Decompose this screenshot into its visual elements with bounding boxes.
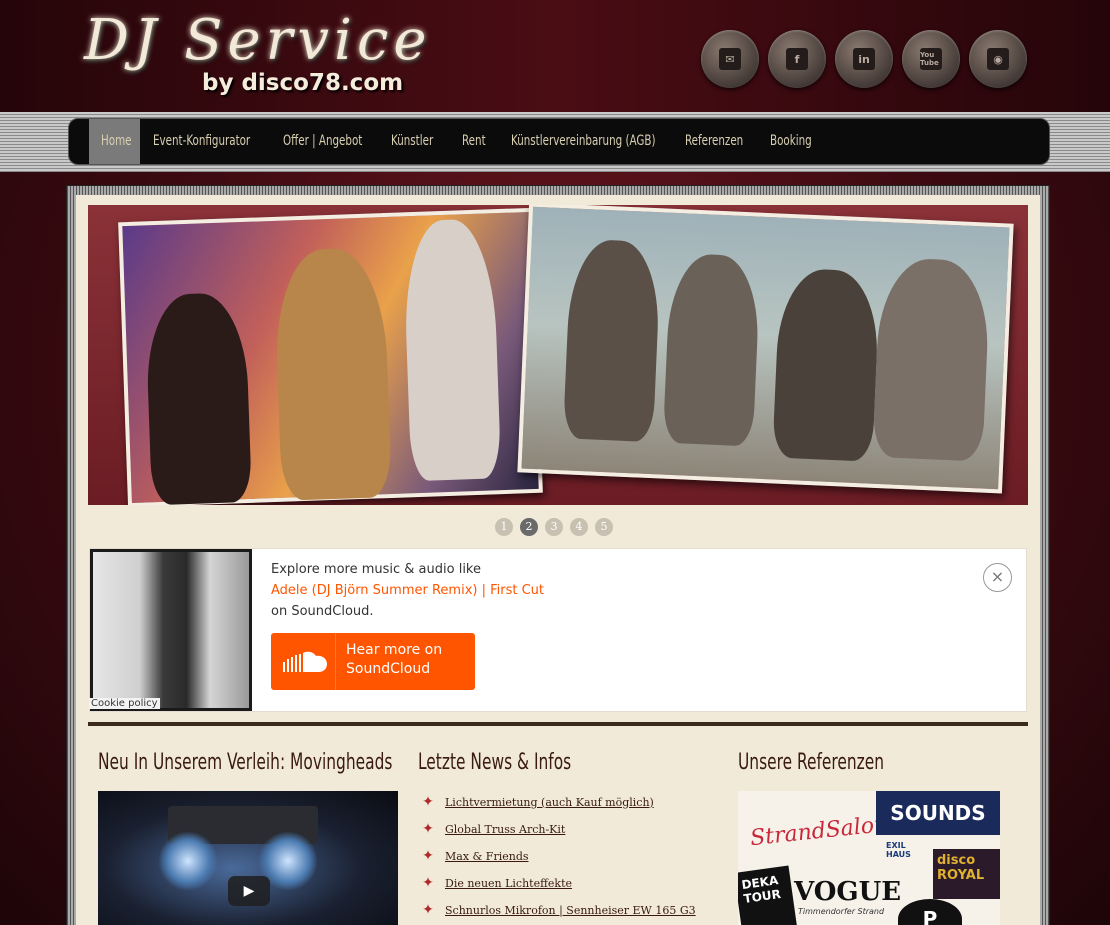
nav-item-rent[interactable]: Rent [462, 119, 486, 164]
news-section-title: Letzte News & Infos [418, 750, 572, 775]
nav-item-offer-angebot[interactable]: Offer | Angebot [283, 119, 362, 164]
close-icon[interactable]: × [983, 563, 1012, 592]
slider-dot-4[interactable]: 4 [570, 518, 588, 536]
news-link[interactable]: Schnurlos Mikrofon | Sennheiser EW 165 G… [445, 904, 696, 917]
slider-dot-5[interactable]: 5 [595, 518, 613, 536]
cookie-policy-link[interactable]: Cookie policy [89, 698, 160, 709]
social-linkedin-button[interactable]: in [835, 30, 893, 88]
facebook-icon: f [786, 48, 808, 70]
hear-more-label: Hear more on [346, 642, 443, 658]
references-collage[interactable]: StrandSalon SOUNDS EXIL HAUS disco ROYAL… [738, 791, 1000, 925]
news-link[interactable]: Lichtvermietung (auch Kauf möglich) [445, 796, 654, 809]
ref-logo-vogue: VOGUE [794, 877, 902, 907]
news-item[interactable]: ✦ Schnurlos Mikrofon | Sennheiser EW 165… [420, 900, 696, 920]
soundcloud-logo-icon [283, 651, 327, 672]
slide-photo-band [517, 205, 1014, 494]
social-youtube-button[interactable]: You Tube [902, 30, 960, 88]
soundcloud-explore-text: Explore more music & audio like [271, 562, 481, 577]
star-bullet-icon: ✦ [422, 821, 434, 837]
youtube-icon: You Tube [920, 48, 942, 70]
star-bullet-icon: ✦ [422, 902, 434, 918]
nav-item-agb[interactable]: Künstlervereinbarung (AGB) [511, 119, 655, 164]
social-facebook-button[interactable]: f [768, 30, 826, 88]
slider-dot-3[interactable]: 3 [545, 518, 563, 536]
video-section-title: Neu In Unserem Verleih: Movingheads [98, 750, 393, 775]
nav-item-booking[interactable]: Booking [770, 119, 812, 164]
ref-logo-disco-royal: disco ROYAL [933, 849, 1000, 899]
news-link[interactable]: Global Truss Arch-Kit [445, 823, 565, 836]
ref-logo-timmendorfer: Timmendorfer Strand [798, 907, 885, 916]
ref-logo-exil-haus: EXIL HAUS [886, 841, 911, 859]
news-item[interactable]: ✦ Global Truss Arch-Kit [420, 819, 565, 839]
soundcloud-on-text: on SoundCloud. [271, 604, 374, 619]
ref-logo-strandsalon: StrandSalon [749, 811, 890, 852]
soundcloud-artwork[interactable] [90, 549, 252, 711]
ref-logo-sounds: SOUNDS [876, 791, 1000, 835]
soundcloud-label: SoundCloud [346, 661, 431, 677]
news-link[interactable]: Die neuen Lichteffekte [445, 877, 572, 890]
image-slider[interactable] [88, 205, 1028, 505]
site-logo[interactable]: DJ Service by disco78.com [80, 8, 440, 104]
star-bullet-icon: ✦ [422, 794, 434, 810]
logo-subtitle: by disco78.com [202, 70, 404, 96]
news-item[interactable]: ✦ Max & Friends [420, 846, 529, 866]
nav-item-home[interactable]: Home [101, 119, 132, 164]
slider-pagination: 1 2 3 4 5 [495, 518, 613, 536]
mail-icon: ✉ [719, 48, 741, 70]
news-link[interactable]: Max & Friends [445, 850, 529, 863]
nav-item-event-konfigurator[interactable]: Event-Konfigurator [153, 119, 250, 164]
section-divider [88, 722, 1028, 726]
logo-title: DJ Service [84, 8, 432, 73]
nav-item-referenzen[interactable]: Referenzen [685, 119, 743, 164]
social-mail-button[interactable]: ✉ [701, 30, 759, 88]
star-bullet-icon: ✦ [422, 875, 434, 891]
play-icon[interactable]: ▶ [228, 876, 270, 906]
slider-dot-2[interactable]: 2 [520, 518, 538, 536]
social-rss-button[interactable]: ◉ [969, 30, 1027, 88]
nav-item-kuenstler[interactable]: Künstler [391, 119, 433, 164]
news-item[interactable]: ✦ Lichtvermietung (auch Kauf möglich) [420, 792, 654, 812]
slide-photo-singers [118, 207, 543, 505]
ref-logo-parking: P [898, 899, 962, 925]
artist-photo [93, 552, 249, 708]
star-bullet-icon: ✦ [422, 848, 434, 864]
references-section-title: Unsere Referenzen [738, 750, 885, 775]
slider-dot-1[interactable]: 1 [495, 518, 513, 536]
ref-logo-deka-tour: DEKA TOUR [738, 865, 798, 925]
soundcloud-track-link[interactable]: Adele (DJ Björn Summer Remix) | First Cu… [271, 583, 544, 598]
news-item[interactable]: ✦ Die neuen Lichteffekte [420, 873, 572, 893]
linkedin-icon: in [853, 48, 875, 70]
rss-icon: ◉ [987, 48, 1009, 70]
hear-more-soundcloud-button[interactable]: Hear more on SoundCloud [271, 633, 475, 690]
